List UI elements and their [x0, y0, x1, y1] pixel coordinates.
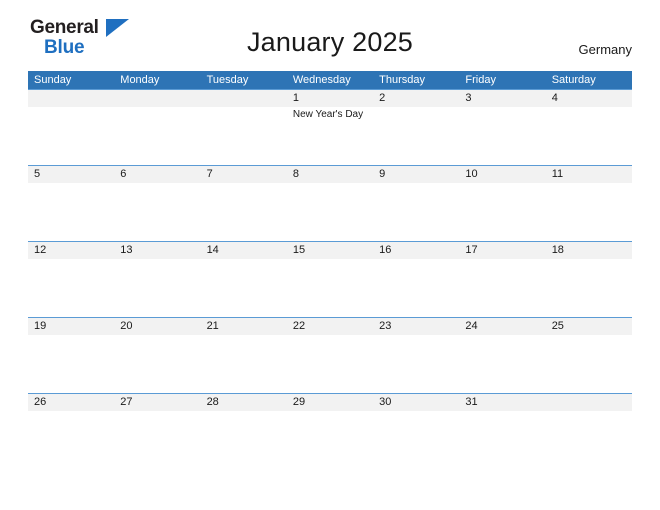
day-cell[interactable] — [373, 183, 459, 241]
day-cell[interactable] — [546, 107, 632, 165]
week-date-band: 5 6 7 8 9 10 11 — [28, 166, 632, 183]
day-cell[interactable] — [28, 107, 114, 165]
day-number[interactable]: 8 — [287, 166, 373, 183]
day-cell[interactable] — [28, 259, 114, 317]
week-row: 19 20 21 22 23 24 25 — [28, 317, 632, 393]
day-number[interactable]: 31 — [459, 394, 545, 411]
day-number[interactable]: 9 — [373, 166, 459, 183]
day-number[interactable]: 26 — [28, 394, 114, 411]
day-number[interactable]: 1 — [287, 90, 373, 107]
day-number[interactable]: 18 — [546, 242, 632, 259]
page-header: General Blue January 2025 Germany — [0, 0, 660, 57]
day-number[interactable]: 17 — [459, 242, 545, 259]
weekday-tuesday: Tuesday — [206, 74, 249, 86]
weekday-sunday: Sunday — [34, 74, 72, 86]
week-event-band — [28, 259, 632, 317]
day-number[interactable]: 29 — [287, 394, 373, 411]
event-label: New Year's Day — [292, 109, 364, 120]
day-number[interactable]: 6 — [114, 166, 200, 183]
day-number[interactable] — [114, 90, 200, 107]
day-number[interactable]: 21 — [201, 318, 287, 335]
weekday-monday: Monday — [120, 74, 160, 86]
day-number[interactable]: 12 — [28, 242, 114, 259]
day-cell[interactable] — [114, 107, 200, 165]
week-row: 5 6 7 8 9 10 11 — [28, 165, 632, 241]
day-cell[interactable] — [546, 335, 632, 393]
week-event-band — [28, 183, 632, 241]
week-date-band: 12 13 14 15 16 17 18 — [28, 242, 632, 259]
day-cell[interactable] — [459, 183, 545, 241]
day-cell[interactable] — [459, 411, 545, 469]
day-cell[interactable] — [287, 411, 373, 469]
day-cell[interactable] — [201, 259, 287, 317]
week-row: 1 2 3 4 New Year's Day — [28, 89, 632, 165]
day-number[interactable]: 27 — [114, 394, 200, 411]
day-cell[interactable] — [459, 259, 545, 317]
week-event-band — [28, 335, 632, 393]
page-title: January 2025 — [246, 27, 414, 57]
day-cell[interactable] — [287, 335, 373, 393]
weekday-friday: Friday — [465, 74, 496, 86]
day-cell[interactable] — [28, 411, 114, 469]
week-row: 12 13 14 15 16 17 18 — [28, 241, 632, 317]
day-cell[interactable] — [373, 107, 459, 165]
day-cell[interactable] — [201, 335, 287, 393]
week-date-band: 1 2 3 4 — [28, 90, 632, 107]
day-cell[interactable] — [287, 259, 373, 317]
day-number[interactable]: 11 — [546, 166, 632, 183]
day-cell[interactable] — [546, 183, 632, 241]
day-number[interactable]: 15 — [287, 242, 373, 259]
day-number[interactable] — [546, 394, 632, 411]
day-cell[interactable] — [546, 259, 632, 317]
day-number[interactable]: 13 — [114, 242, 200, 259]
day-number[interactable] — [28, 90, 114, 107]
day-number[interactable]: 23 — [373, 318, 459, 335]
day-cell[interactable] — [201, 411, 287, 469]
weekday-header-row: Sunday Monday Tuesday Wednesday Thursday… — [28, 71, 632, 89]
weekday-saturday: Saturday — [551, 74, 596, 86]
week-date-band: 19 20 21 22 23 24 25 — [28, 318, 632, 335]
day-number[interactable]: 10 — [459, 166, 545, 183]
day-cell[interactable] — [373, 335, 459, 393]
day-number[interactable]: 19 — [28, 318, 114, 335]
day-cell[interactable] — [201, 107, 287, 165]
week-date-band: 26 27 28 29 30 31 — [28, 394, 632, 411]
region-label: Germany — [578, 42, 632, 57]
day-cell[interactable] — [114, 411, 200, 469]
day-cell[interactable] — [459, 107, 545, 165]
day-number[interactable]: 20 — [114, 318, 200, 335]
day-cell[interactable] — [114, 335, 200, 393]
day-cell[interactable] — [287, 183, 373, 241]
day-number[interactable]: 4 — [546, 90, 632, 107]
day-number[interactable]: 28 — [201, 394, 287, 411]
day-number[interactable]: 3 — [459, 90, 545, 107]
day-number[interactable]: 30 — [373, 394, 459, 411]
week-event-band: New Year's Day — [28, 107, 632, 165]
day-number[interactable]: 22 — [287, 318, 373, 335]
day-cell[interactable] — [373, 259, 459, 317]
day-number[interactable] — [201, 90, 287, 107]
day-number[interactable]: 24 — [459, 318, 545, 335]
day-cell[interactable] — [28, 335, 114, 393]
week-event-band — [28, 411, 632, 469]
day-number[interactable]: 16 — [373, 242, 459, 259]
day-number[interactable]: 7 — [201, 166, 287, 183]
day-number[interactable]: 14 — [201, 242, 287, 259]
weekday-thursday: Thursday — [379, 74, 425, 86]
day-number[interactable]: 25 — [546, 318, 632, 335]
day-cell[interactable] — [546, 411, 632, 469]
day-cell[interactable] — [28, 183, 114, 241]
day-cell[interactable] — [201, 183, 287, 241]
calendar-grid: Sunday Monday Tuesday Wednesday Thursday… — [28, 71, 632, 469]
day-number[interactable]: 5 — [28, 166, 114, 183]
day-number[interactable]: 2 — [373, 90, 459, 107]
day-cell[interactable] — [114, 183, 200, 241]
day-cell[interactable]: New Year's Day — [287, 107, 373, 165]
day-cell[interactable] — [114, 259, 200, 317]
day-cell[interactable] — [373, 411, 459, 469]
weekday-wednesday: Wednesday — [292, 74, 351, 86]
week-row: 26 27 28 29 30 31 — [28, 393, 632, 469]
day-cell[interactable] — [459, 335, 545, 393]
